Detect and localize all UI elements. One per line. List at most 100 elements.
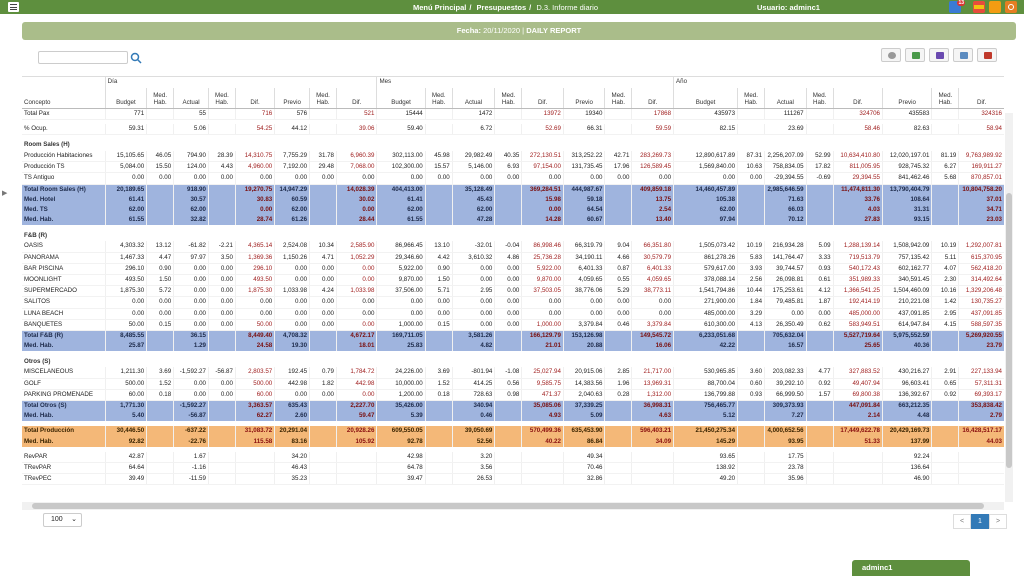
table-cell: 3.29 bbox=[737, 308, 765, 320]
vertical-scroll-thumb[interactable] bbox=[1006, 193, 1012, 468]
table-cell bbox=[309, 184, 337, 195]
vertical-scrollbar[interactable] bbox=[1005, 113, 1013, 502]
export-excel-button[interactable] bbox=[905, 48, 925, 62]
col-header[interactable]: Med. Hab. bbox=[805, 88, 834, 109]
table-cell bbox=[494, 215, 522, 226]
table-cell: 430,216.27 bbox=[881, 367, 932, 379]
table-cell bbox=[309, 462, 337, 475]
table-cell bbox=[424, 184, 453, 195]
col-header[interactable]: Previo bbox=[881, 88, 932, 109]
table-cell: 0.00 bbox=[494, 285, 522, 298]
lock-icon[interactable] bbox=[989, 1, 1001, 13]
view-button[interactable] bbox=[881, 48, 901, 62]
table-cell: 14,310.75 bbox=[234, 150, 275, 163]
col-header[interactable]: Budget bbox=[673, 88, 738, 109]
table-cell: 1,150.26 bbox=[274, 252, 310, 264]
col-header[interactable]: Med. Hab. bbox=[737, 88, 765, 109]
table-cell: 1,504,460.09 bbox=[881, 285, 932, 298]
table-cell: 51.33 bbox=[832, 436, 883, 447]
table-cell: 0.15 bbox=[424, 319, 453, 331]
collapse-arrow-icon[interactable]: ▶ bbox=[2, 189, 10, 199]
table-cell: 5.06 bbox=[173, 124, 209, 136]
table-cell: 5,084.00 bbox=[104, 161, 147, 174]
col-header[interactable]: Med. Hab. bbox=[146, 88, 174, 109]
table-cell: -56.87 bbox=[173, 411, 209, 422]
prev-page-button[interactable]: < bbox=[953, 514, 971, 529]
table-cell: 35.96 bbox=[764, 473, 807, 486]
col-header[interactable]: Med. Hab. bbox=[207, 88, 236, 109]
table-cell: 25,736.28 bbox=[521, 252, 564, 264]
page-size-select[interactable]: 100 ⌄ bbox=[43, 513, 82, 527]
table-cell: 0.00 bbox=[173, 308, 209, 320]
hamburger-menu-icon[interactable] bbox=[8, 2, 19, 12]
col-header[interactable]: Dif. bbox=[958, 88, 1004, 109]
table-cell bbox=[335, 451, 377, 463]
table-cell: 2.95 bbox=[931, 308, 959, 320]
table-cell: 1,200.00 bbox=[376, 389, 426, 401]
col-header[interactable]: Med. Hab. bbox=[604, 88, 632, 109]
col-header[interactable]: Budget bbox=[376, 88, 426, 109]
section-header-row: Room Sales (H) bbox=[22, 140, 1004, 151]
breadcrumb-presupuestos[interactable]: Presupuestos bbox=[477, 3, 527, 12]
page-1-button[interactable]: 1 bbox=[971, 514, 989, 529]
table-cell: 21,717.00 bbox=[631, 367, 674, 379]
table-cell bbox=[832, 462, 883, 475]
table-cell bbox=[309, 436, 337, 447]
export-pdf-button[interactable] bbox=[977, 48, 997, 62]
col-header[interactable]: Actual bbox=[764, 88, 807, 109]
col-header[interactable]: Previo bbox=[562, 88, 605, 109]
col-header[interactable]: Dif. bbox=[521, 88, 564, 109]
power-icon[interactable] bbox=[1005, 1, 1017, 13]
notification-bell-icon[interactable]: 13 bbox=[949, 0, 965, 13]
row-label: TRevPEC bbox=[22, 473, 106, 486]
table-cell: 4.03 bbox=[832, 204, 883, 216]
table-cell: 0.15 bbox=[146, 319, 174, 331]
col-header[interactable]: Previo bbox=[274, 88, 310, 109]
breadcrumb-main-menu[interactable]: Menú Principal bbox=[413, 3, 466, 12]
col-header[interactable]: Dif. bbox=[335, 88, 377, 109]
print-button[interactable] bbox=[953, 48, 973, 62]
subtotal-row: Med. TS 62.00 62.00 0.00 62.00 0.00 62.00 62.00… bbox=[22, 204, 1004, 216]
table-cell: 0.00 bbox=[451, 274, 495, 287]
table-cell: 40.22 bbox=[521, 436, 564, 447]
col-header[interactable]: Actual bbox=[451, 88, 495, 109]
table-cell bbox=[424, 473, 453, 486]
col-header[interactable]: Dif. bbox=[631, 88, 674, 109]
spanish-flag-icon[interactable] bbox=[973, 1, 985, 13]
table-cell: 918.90 bbox=[173, 184, 209, 195]
table-cell bbox=[737, 473, 765, 486]
col-header[interactable]: Med. Hab. bbox=[309, 88, 337, 109]
table-cell bbox=[604, 108, 632, 120]
table-cell: 0.00 bbox=[631, 308, 674, 320]
col-header[interactable]: Med. Hab. bbox=[494, 88, 522, 109]
search-icon[interactable] bbox=[130, 52, 142, 64]
col-header[interactable]: Actual bbox=[173, 88, 209, 109]
table-cell: 30.02 bbox=[335, 194, 377, 205]
filter-button[interactable] bbox=[929, 48, 949, 62]
table-cell: 4.77 bbox=[805, 367, 834, 379]
next-page-button[interactable]: > bbox=[989, 514, 1007, 529]
table-cell: 0.00 bbox=[274, 319, 310, 331]
horizontal-scrollbar[interactable] bbox=[22, 502, 1004, 510]
col-header[interactable]: Dif. bbox=[234, 88, 275, 109]
col-header[interactable]: Med. Hab. bbox=[424, 88, 453, 109]
search-input[interactable] bbox=[38, 51, 128, 64]
table-cell: 1,369.36 bbox=[234, 252, 275, 264]
table-cell: 70.12 bbox=[764, 215, 807, 226]
col-header[interactable]: Budget bbox=[104, 88, 147, 109]
table-cell bbox=[737, 451, 765, 463]
user-badge[interactable]: adminc1 bbox=[852, 560, 970, 576]
horizontal-scroll-thumb[interactable] bbox=[32, 503, 984, 509]
col-header[interactable]: Med. Hab. bbox=[931, 88, 959, 109]
table-cell: 0.00 bbox=[173, 378, 209, 390]
col-header[interactable]: Dif. bbox=[832, 88, 883, 109]
col-header-concepto[interactable]: Concepto bbox=[22, 88, 106, 109]
table-cell: 9,870.00 bbox=[521, 274, 564, 287]
table-cell: 6.72 bbox=[451, 124, 495, 136]
table-cell: 66,351.80 bbox=[631, 241, 674, 253]
table-cell bbox=[424, 451, 453, 463]
row-label: Total F&B (R) bbox=[22, 330, 106, 342]
table-row: PANORAMA 1,467.33 4.47 97.97 3.50 1,369.36 1,1… bbox=[22, 252, 1004, 264]
report-grid[interactable]: Día Mes Año Concepto Budget Med. Hab. Actua… bbox=[22, 76, 1004, 502]
table-cell bbox=[494, 108, 522, 120]
